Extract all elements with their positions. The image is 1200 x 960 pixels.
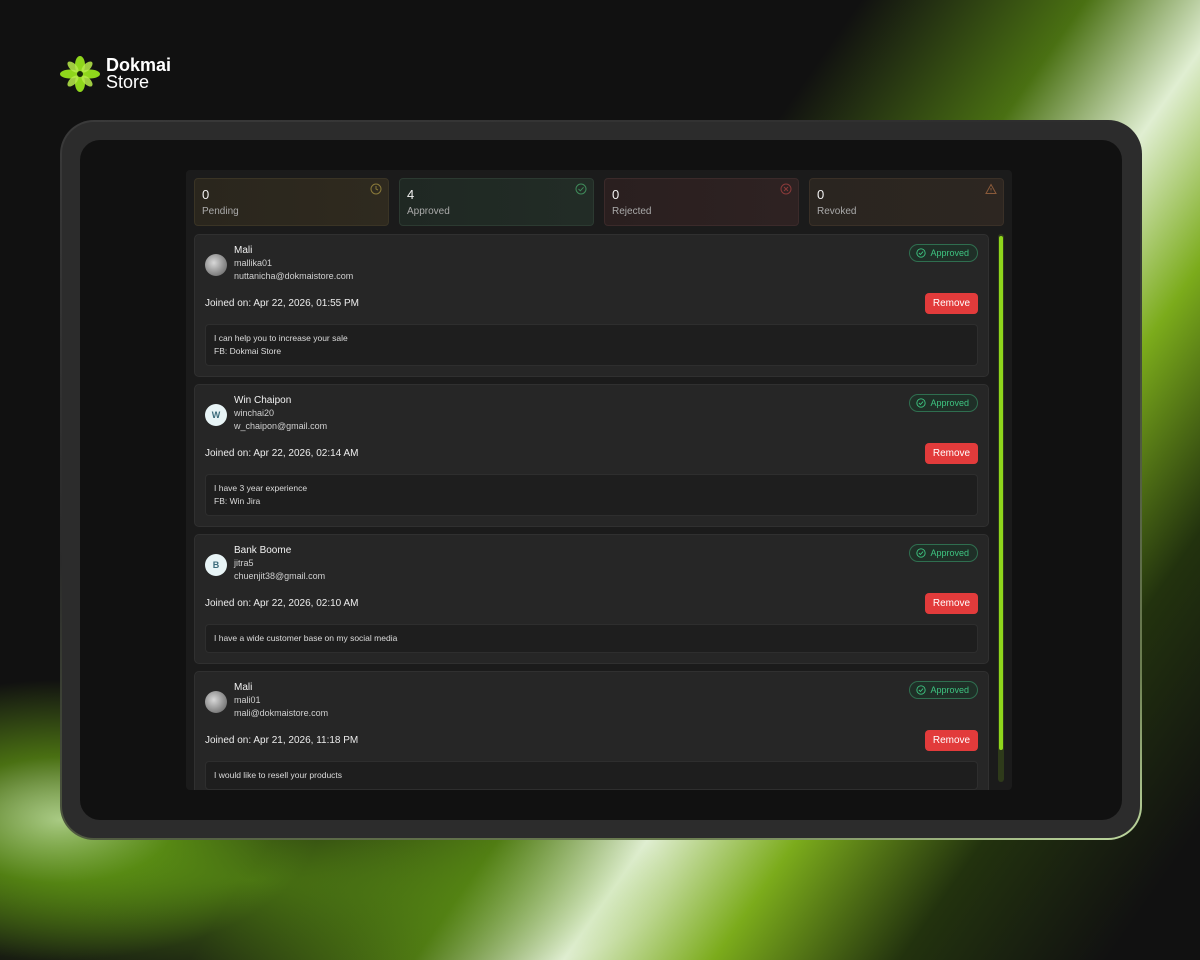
remove-button[interactable]: Remove	[925, 593, 978, 614]
member-name: Bank Boome	[234, 545, 292, 556]
stat-label: Revoked	[817, 206, 857, 217]
status-badge: Approved	[909, 394, 978, 412]
member-message: I have a wide customer base on my social…	[205, 624, 978, 653]
stat-count: 0	[612, 187, 620, 202]
stat-label: Approved	[407, 206, 450, 217]
stat-count: 0	[202, 187, 210, 202]
stat-rejected[interactable]: 0 Rejected	[604, 178, 799, 226]
member-message: I can help you to increase your sale FB:…	[205, 324, 978, 366]
affiliates-panel: 0 Pending 4 Approved 0 Rejected 0 Revoke…	[186, 170, 1012, 790]
joined-date: Joined on: Apr 22, 2026, 02:14 AM	[205, 448, 359, 459]
member-card: Mali mali01 mali@dokmaistore.com Approve…	[194, 671, 989, 790]
member-username: mali01	[234, 695, 261, 705]
member-name: Win Chaipon	[234, 395, 292, 406]
member-message: I would like to resell your products	[205, 761, 978, 790]
member-card: B Bank Boome jitra5 chuenjit38@gmail.com	[194, 534, 989, 664]
member-message: I have 3 year experience FB: Win Jira	[205, 474, 978, 516]
member-list[interactable]: Mali mallika01 nuttanicha@dokmaistore.co…	[194, 234, 1004, 790]
status-summary: 0 Pending 4 Approved 0 Rejected 0 Revoke…	[194, 178, 1004, 226]
remove-button[interactable]: Remove	[925, 293, 978, 314]
message-line: I can help you to increase your sale	[214, 333, 348, 343]
status-badge: Approved	[909, 681, 978, 699]
member-email: nuttanicha@dokmaistore.com	[234, 271, 354, 281]
message-line: I have 3 year experience	[214, 483, 308, 493]
stat-count: 0	[817, 187, 825, 202]
joined-date: Joined on: Apr 21, 2026, 11:18 PM	[205, 735, 359, 746]
avatar: B	[205, 554, 227, 576]
stat-label: Pending	[202, 206, 239, 217]
status-label: Approved	[930, 248, 969, 258]
status-label: Approved	[930, 398, 969, 408]
stat-pending[interactable]: 0 Pending	[194, 178, 389, 226]
brand-sub: Store	[106, 72, 150, 92]
x-circle-icon	[780, 183, 792, 195]
joined-date: Joined on: Apr 22, 2026, 01:55 PM	[205, 298, 359, 309]
joined-date: Joined on: Apr 22, 2026, 02:10 AM	[205, 598, 359, 609]
stat-label: Rejected	[612, 206, 652, 217]
remove-button[interactable]: Remove	[925, 443, 978, 464]
member-username: winchai20	[234, 408, 275, 418]
stat-approved[interactable]: 4 Approved	[399, 178, 594, 226]
status-badge: Approved	[909, 544, 978, 562]
check-circle-icon	[916, 398, 927, 408]
avatar	[205, 691, 227, 713]
member-email: mali@dokmaistore.com	[234, 708, 329, 718]
member-name: Mali	[234, 245, 253, 256]
status-badge: Approved	[909, 244, 978, 262]
message-line: I would like to resell your products	[214, 770, 343, 780]
avatar: W	[205, 404, 227, 426]
member-username: jitra5	[234, 558, 254, 568]
clock-icon	[370, 183, 382, 195]
check-circle-icon	[575, 183, 587, 195]
member-username: mallika01	[234, 258, 273, 268]
member-email: chuenjit38@gmail.com	[234, 571, 326, 581]
message-line: I have a wide customer base on my social…	[214, 633, 398, 643]
scrollbar-thumb[interactable]	[999, 236, 1003, 750]
tablet-screen: 0 Pending 4 Approved 0 Rejected 0 Revoke…	[80, 140, 1122, 820]
warning-icon	[985, 183, 997, 194]
stat-count: 4	[407, 187, 415, 202]
check-circle-icon	[916, 548, 927, 558]
member-email: w_chaipon@gmail.com	[234, 421, 328, 431]
message-line: FB: Win Jira	[214, 496, 261, 506]
check-circle-icon	[916, 248, 927, 258]
member-card: W Win Chaipon winchai20 w_chaipon@gmail.…	[194, 384, 989, 527]
message-line: FB: Dokmai Store	[214, 346, 282, 356]
brand-logo: Dokmai Store	[60, 56, 171, 92]
check-circle-icon	[916, 685, 927, 695]
member-card: Mali mallika01 nuttanicha@dokmaistore.co…	[194, 234, 989, 377]
avatar	[205, 254, 227, 276]
remove-button[interactable]: Remove	[925, 730, 978, 751]
member-name: Mali	[234, 682, 253, 693]
status-label: Approved	[930, 685, 969, 695]
scrollbar[interactable]	[998, 234, 1004, 782]
tablet-device: 0 Pending 4 Approved 0 Rejected 0 Revoke…	[60, 120, 1142, 840]
status-label: Approved	[930, 548, 969, 558]
flower-icon	[60, 56, 100, 92]
stat-revoked[interactable]: 0 Revoked	[809, 178, 1004, 226]
